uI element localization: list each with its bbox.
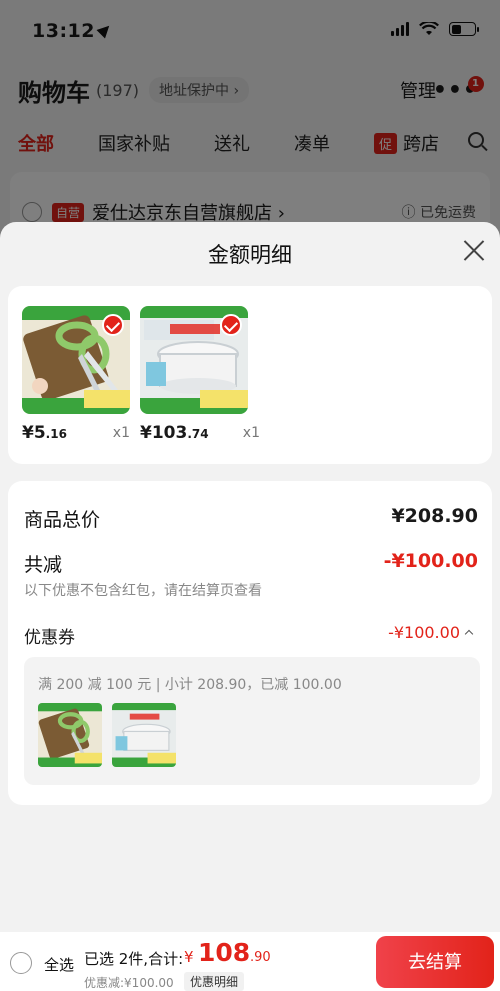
sheet-title: 金额明细: [208, 243, 292, 267]
product-thumbnail-casserole: [140, 306, 248, 414]
coupon-detail-text: 满 200 减 100 元 | 小计 208.90，已减 100.00: [38, 677, 342, 693]
coupon-product-thumbnail-scissors: [38, 703, 102, 767]
selected-info: 已选 2件,合计:: [84, 950, 184, 968]
reduction-value: -¥100.00: [383, 550, 478, 572]
products-card: ¥5.16 x1 ¥103.74 x1: [8, 286, 492, 464]
product-price: ¥5.16: [22, 423, 67, 443]
goods-total-value: ¥208.90: [391, 505, 478, 527]
discount-summary: 优惠减:¥100.00: [84, 976, 174, 990]
product-thumbnail-scissors: [22, 306, 130, 414]
discount-detail-toggle[interactable]: 优惠明细: [184, 972, 245, 991]
coupon-product-thumbnail-casserole: [112, 703, 176, 767]
goods-total-label: 商品总价: [24, 509, 101, 531]
coupon-value: -¥100.00: [388, 623, 460, 642]
product-item[interactable]: ¥5.16 x1: [22, 306, 130, 443]
checkout-bar: 全选 已选 2件,合计: ¥ 108 .90 优惠减:¥100.00 优惠明细 …: [0, 932, 500, 991]
reduction-note: 以下优惠不包含红包，请在结算页查看: [24, 583, 262, 599]
summary-card: 商品总价 ¥208.90 共减 -¥100.00 以下优惠不包含红包，请在结算页…: [8, 481, 492, 805]
select-all-label[interactable]: 全选: [44, 954, 74, 975]
coupon-toggle[interactable]: -¥100.00: [388, 623, 474, 642]
selected-check-icon: [220, 314, 242, 336]
coupon-label: 优惠券: [24, 628, 75, 648]
product-qty: x1: [242, 425, 260, 441]
product-price: ¥103.74: [140, 423, 209, 443]
close-icon[interactable]: [462, 238, 486, 262]
select-all-radio[interactable]: [10, 952, 32, 974]
reduction-label: 共减: [24, 554, 63, 576]
total-decimal: .90: [250, 950, 271, 965]
selected-check-icon: [102, 314, 124, 336]
chevron-up-icon: [464, 629, 474, 639]
amount-detail-sheet: 金额明细 ¥5.16 x1 ¥103.74 x1 商品总价 ¥208.90 共减…: [0, 222, 500, 932]
coupon-detail-box: 满 200 减 100 元 | 小计 208.90，已减 100.00: [24, 657, 480, 785]
product-qty: x1: [112, 425, 130, 441]
total-currency: ¥: [184, 948, 194, 966]
product-item[interactable]: ¥103.74 x1: [140, 306, 260, 443]
checkout-button[interactable]: 去结算: [376, 936, 494, 988]
total-amount: 108: [198, 938, 251, 967]
